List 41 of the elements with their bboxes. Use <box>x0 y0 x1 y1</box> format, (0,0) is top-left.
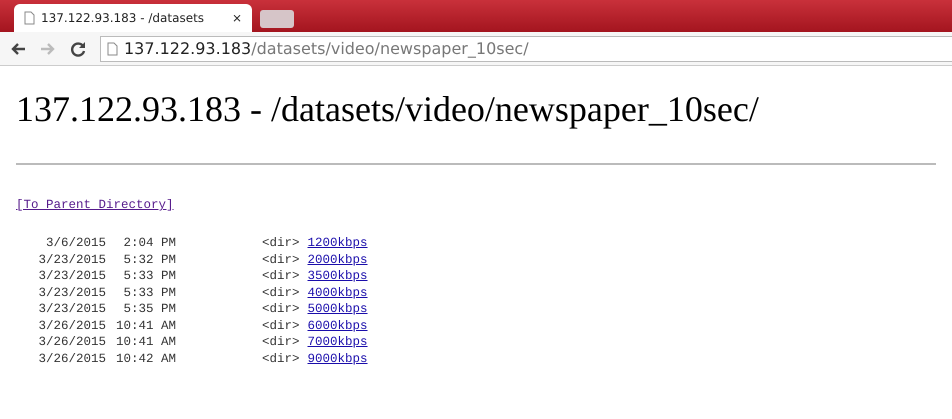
folder-link[interactable]: 9000kbps <box>308 350 368 368</box>
time-text: 2:04 PM <box>122 235 176 252</box>
time-text: 10:41 AM <box>114 334 176 351</box>
folder-link[interactable]: 6000kbps <box>308 318 368 334</box>
page-heading: 137.122.93.183 - /datasets/video/newspaper_10sec/ <box>16 88 760 131</box>
date-text: 3/26/2015 <box>37 350 106 368</box>
entry-type-text: <dir> <box>262 284 300 302</box>
date-text: 3/23/2015 <box>37 301 106 318</box>
time-text: 5:35 PM <box>122 301 176 318</box>
entry-type-text: <dir> <box>262 268 300 285</box>
entry-type-text: <dir> <box>262 301 300 318</box>
browser-tab[interactable]: 137.122.93.183 - /datasets × <box>14 4 252 32</box>
time-text: 10:42 AM <box>114 350 176 368</box>
back-icon[interactable] <box>10 42 26 56</box>
address-bar[interactable]: 137.122.93.183/datasets/video/newspaper_10sec/ <box>100 36 952 62</box>
close-button[interactable]: × <box>232 9 242 27</box>
date-text: 3/23/2015 <box>37 268 106 285</box>
parent-directory-link[interactable]: [To Parent Directory] <box>16 198 174 212</box>
folder-link[interactable]: 5000kbps <box>308 301 368 318</box>
date-text: 3/26/2015 <box>37 334 106 351</box>
folder-link[interactable]: 7000kbps <box>308 334 368 351</box>
entry-type-text: <dir> <box>262 252 300 268</box>
date-text: 3/6/2015 <box>44 235 106 252</box>
folder-link[interactable]: 2000kbps <box>308 252 368 268</box>
date-text: 3/23/2015 <box>37 252 106 268</box>
entry-type-text: <dir> <box>262 334 300 351</box>
page-icon <box>24 11 35 25</box>
folder-link[interactable]: 3500kbps <box>308 268 368 285</box>
page-icon <box>107 42 118 56</box>
entry-type-text: <dir> <box>262 235 300 252</box>
time-text: 5:33 PM <box>122 284 176 302</box>
time-text: 5:32 PM <box>122 252 176 268</box>
time-text: 10:41 AM <box>114 318 176 334</box>
entry-type-text: <dir> <box>262 318 300 334</box>
reload-icon[interactable] <box>70 40 86 56</box>
folder-link[interactable]: 1200kbps <box>308 235 368 252</box>
date-text: 3/26/2015 <box>37 318 106 334</box>
folder-link[interactable]: 4000kbps <box>308 284 368 302</box>
time-text: 5:33 PM <box>122 268 176 285</box>
date-text: 3/23/2015 <box>37 284 106 302</box>
entry-type-text: <dir> <box>262 350 300 368</box>
